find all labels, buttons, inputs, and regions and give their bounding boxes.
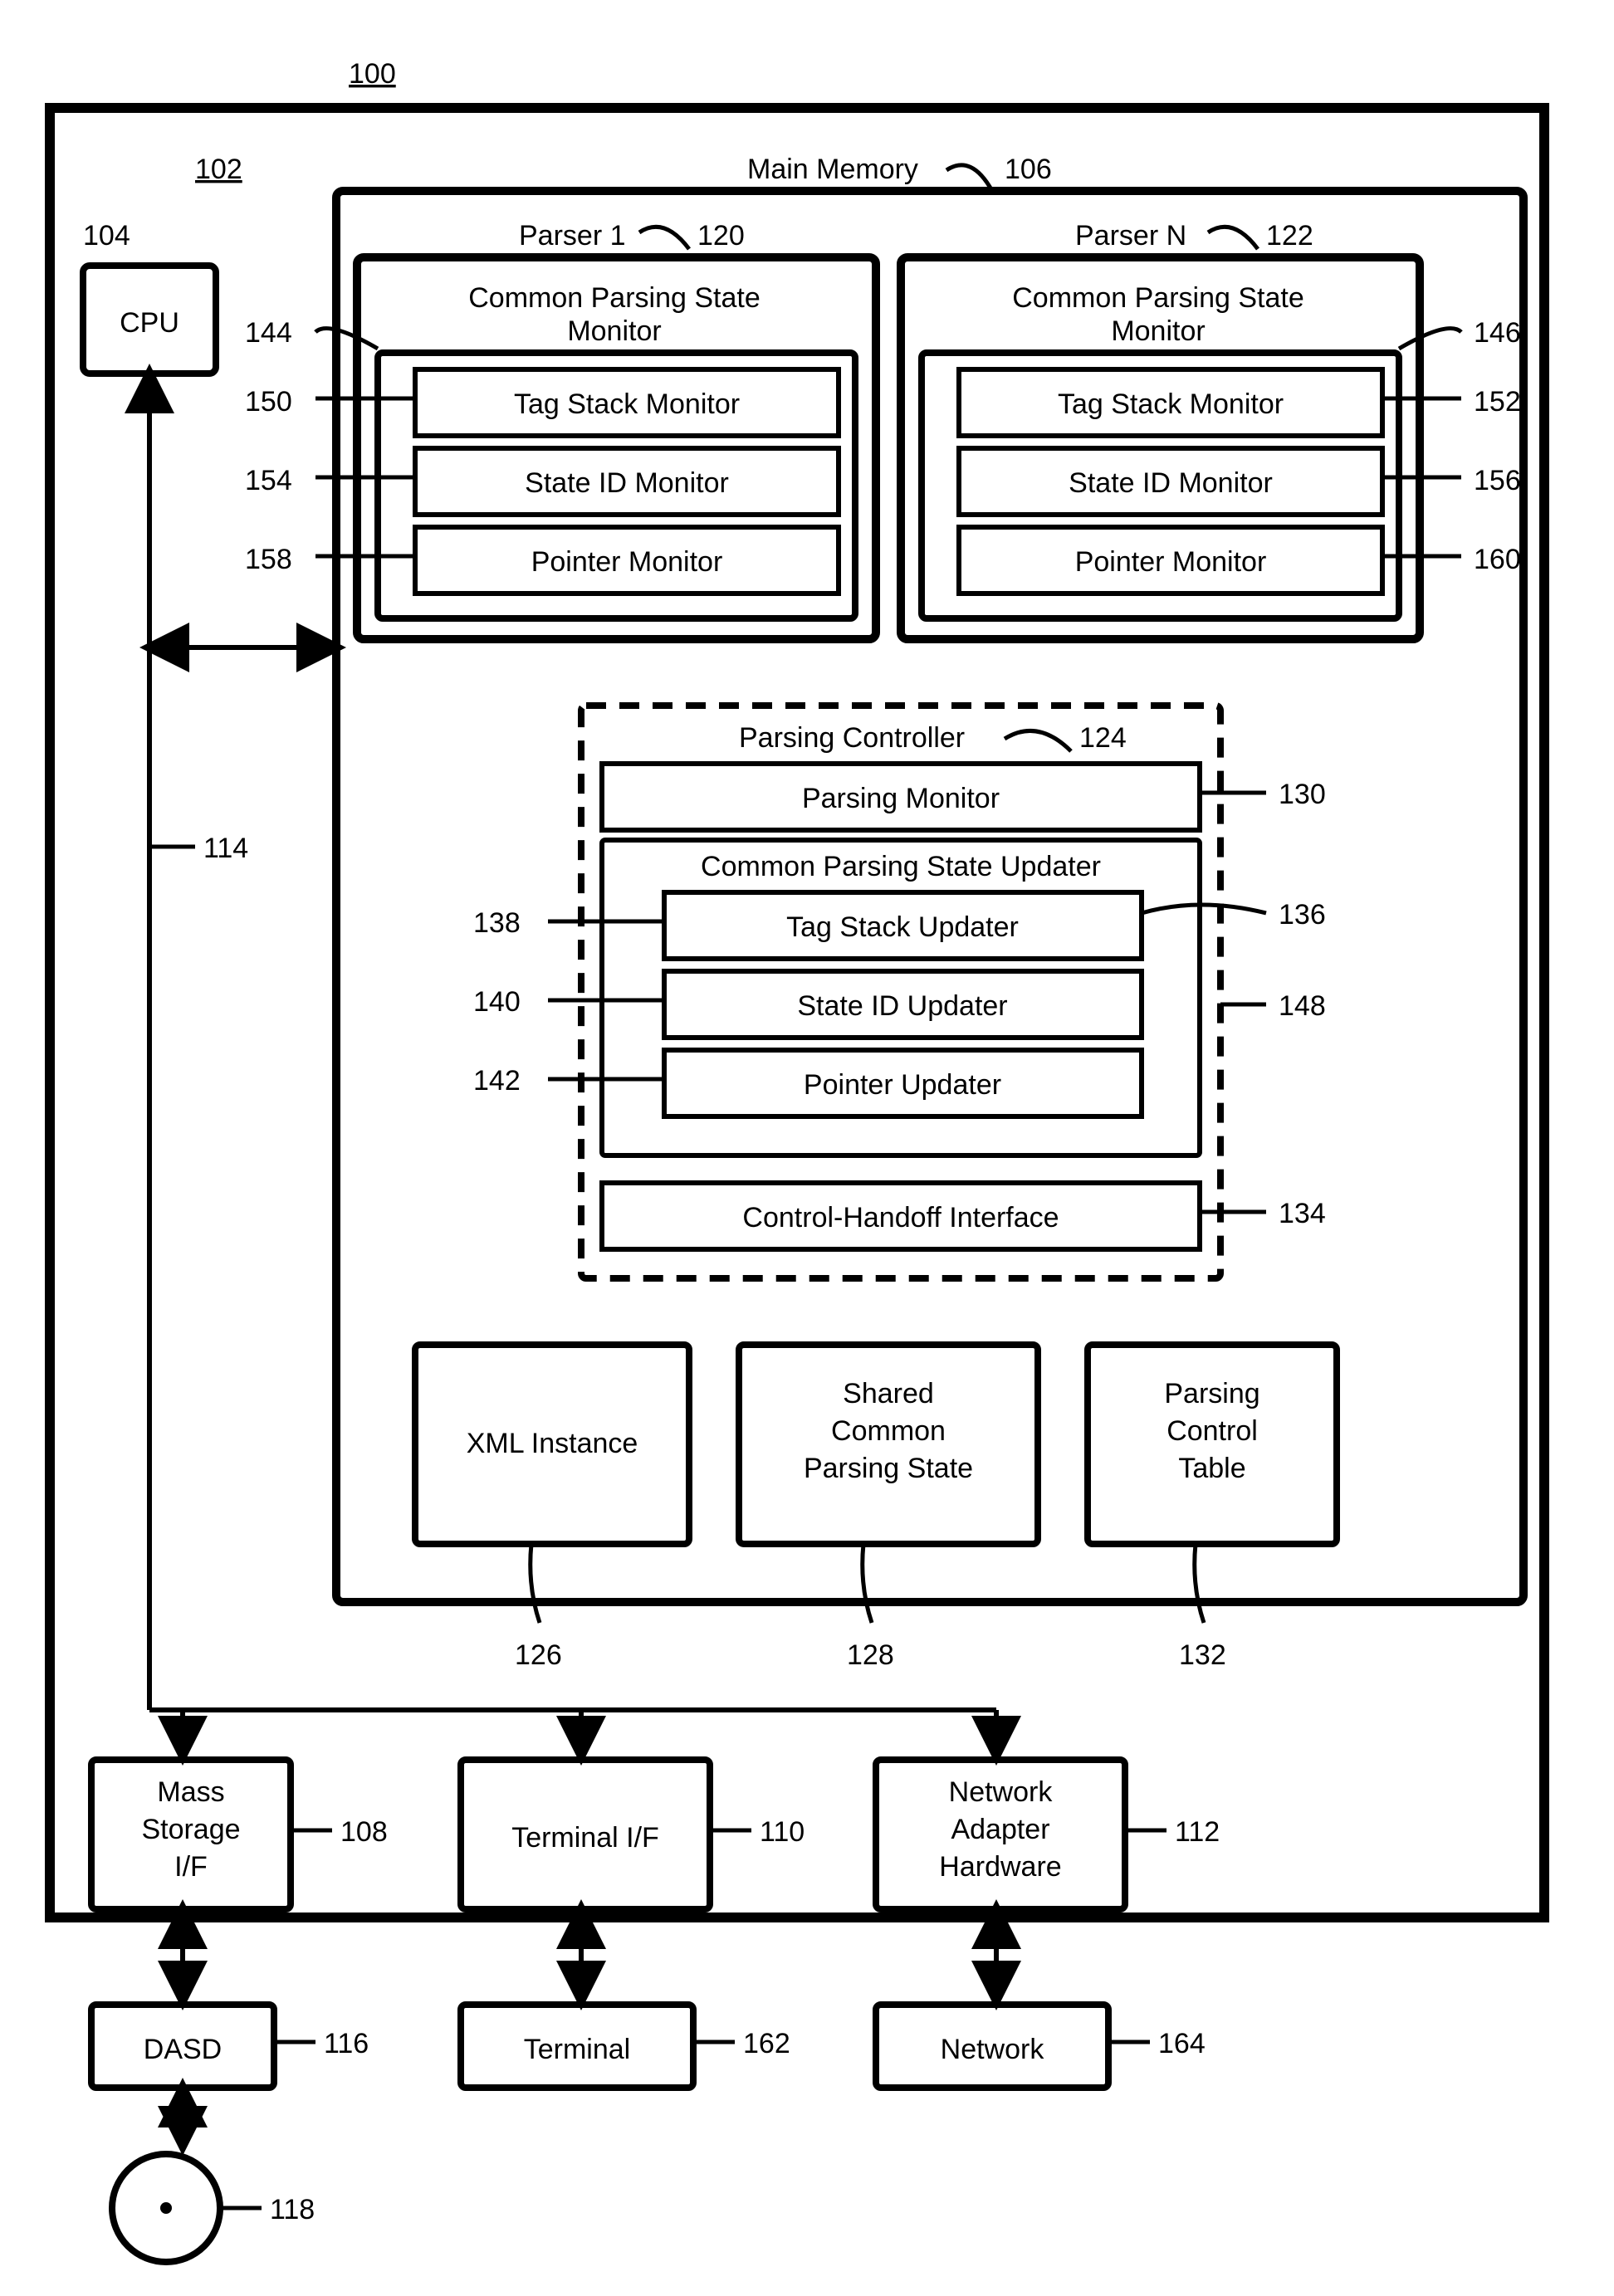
csm2-line1: Common Parsing State — [1012, 282, 1304, 314]
ref-siu: 140 — [473, 986, 521, 1018]
ref-sim2: 156 — [1474, 465, 1521, 496]
network-label: Network — [941, 2034, 1045, 2065]
ref-system: 100 — [349, 58, 396, 90]
ref-network: 164 — [1158, 2028, 1206, 2059]
ref-pu: 142 — [473, 1065, 521, 1097]
cpu-label: CPU — [120, 307, 179, 339]
ref-dasd: 116 — [324, 2028, 369, 2059]
ref-pc: 124 — [1079, 722, 1127, 754]
ref-massif: 108 — [340, 1816, 388, 1848]
pm2-label: Pointer Monitor — [1075, 546, 1267, 578]
pn-lead — [1208, 227, 1258, 249]
pn-label: Parser N — [1075, 220, 1186, 252]
ref-scps: 128 — [847, 1639, 894, 1671]
tsm2-label: Tag Stack Monitor — [1058, 388, 1284, 420]
nethw-l2: Adapter — [951, 1814, 1049, 1845]
ref-disk: 118 — [270, 2194, 315, 2225]
ref-pn: 122 — [1266, 220, 1313, 252]
ref-cpsu-group: 148 — [1279, 990, 1326, 1022]
ref-chi: 134 — [1279, 1198, 1326, 1229]
csm2-lead — [1399, 329, 1461, 349]
ref-bus: 114 — [203, 833, 248, 864]
xml-lead — [531, 1544, 540, 1623]
sim1-label: State ID Monitor — [525, 467, 729, 499]
siu-label: State ID Updater — [797, 990, 1007, 1022]
ref-nethw: 112 — [1175, 1816, 1220, 1848]
tsu-label: Tag Stack Updater — [786, 911, 1019, 943]
ref-csm2: 146 — [1474, 317, 1521, 349]
massif-l2: Storage — [141, 1814, 240, 1845]
ref-sim1: 154 — [245, 465, 292, 496]
massif-l3: I/F — [174, 1851, 208, 1883]
pct-l3: Table — [1178, 1453, 1245, 1484]
pct-l2: Control — [1166, 1415, 1258, 1447]
ref-terminal: 162 — [743, 2028, 790, 2059]
pc-label: Parsing Controller — [739, 722, 965, 754]
scps-l2: Common — [831, 1415, 946, 1447]
ref-p1: 120 — [697, 220, 745, 252]
scps-lead — [863, 1544, 872, 1623]
pmon-label: Parsing Monitor — [802, 783, 1000, 814]
nethw-l1: Network — [949, 1776, 1054, 1808]
ref-pm1: 158 — [245, 544, 292, 575]
tsm1-label: Tag Stack Monitor — [514, 388, 740, 420]
nethw-l3: Hardware — [939, 1851, 1061, 1883]
cpsu-label: Common Parsing State Updater — [701, 851, 1101, 882]
dasd-label: DASD — [144, 2034, 222, 2065]
termif-label: Terminal I/F — [511, 1822, 659, 1854]
ref-board: 102 — [195, 154, 242, 185]
ref-pmon: 130 — [1279, 779, 1326, 810]
ref-pm2: 160 — [1474, 544, 1521, 575]
ref-cpu: 104 — [83, 220, 130, 252]
sim2-label: State ID Monitor — [1069, 467, 1273, 499]
ref-termif: 110 — [760, 1816, 805, 1848]
xml-label: XML Instance — [467, 1428, 638, 1459]
p1-label: Parser 1 — [519, 220, 626, 252]
ref-tsm1: 150 — [245, 386, 292, 418]
scps-l1: Shared — [843, 1378, 934, 1409]
ref-mem: 106 — [1005, 154, 1052, 185]
massif-l1: Mass — [157, 1776, 224, 1808]
csm2-line2: Monitor — [1111, 315, 1205, 347]
pct-l1: Parsing — [1164, 1378, 1259, 1409]
pu-label: Pointer Updater — [804, 1069, 1001, 1101]
ref-pct: 132 — [1179, 1639, 1226, 1671]
ref-cpsu: 136 — [1279, 899, 1326, 931]
diagram: 100 102 104 CPU Main Memory 106 Parser 1… — [0, 0, 1614, 2296]
scps-l3: Parsing State — [804, 1453, 973, 1484]
csm1-line1: Common Parsing State — [468, 282, 761, 314]
pct-lead — [1195, 1544, 1204, 1623]
csm1-line2: Monitor — [567, 315, 661, 347]
mem-label: Main Memory — [747, 154, 918, 185]
ref-tsu: 138 — [473, 907, 521, 939]
pc-lead — [1005, 730, 1071, 751]
pm1-label: Pointer Monitor — [531, 546, 723, 578]
ref-tsm2: 152 — [1474, 386, 1521, 418]
cpsu-lead — [1142, 905, 1266, 913]
p1-lead — [639, 227, 689, 249]
terminal-label: Terminal — [524, 2034, 630, 2065]
ref-csm1: 144 — [245, 317, 292, 349]
chi-label: Control-Handoff Interface — [742, 1202, 1059, 1233]
csm1-lead — [315, 329, 378, 349]
ref-xml: 126 — [515, 1639, 562, 1671]
disk-center — [160, 2202, 172, 2214]
